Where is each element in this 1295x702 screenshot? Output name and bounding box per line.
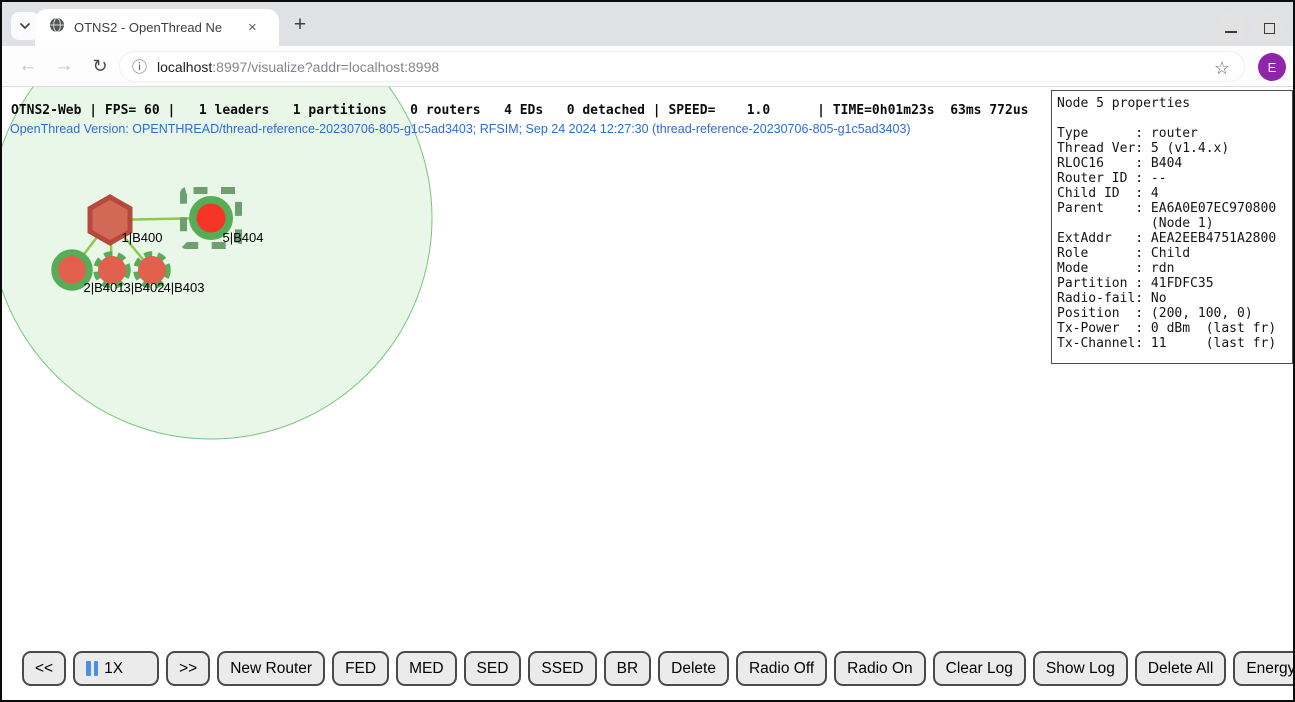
delete-button[interactable]: Delete <box>658 651 729 686</box>
panel-row-position: Position : (200, 100, 0) <box>1057 306 1292 321</box>
window-maximize-button[interactable] <box>1254 13 1284 43</box>
new-tab-button[interactable]: + <box>286 11 314 39</box>
delete-all-button[interactable]: Delete All <box>1135 651 1226 686</box>
url-path: :8997/visualize?addr=localhost:8998 <box>212 59 439 75</box>
new-router-button[interactable]: New Router <box>217 651 325 686</box>
panel-row-tx-power: Tx-Power : 0 dBm (last fr) <box>1057 321 1292 336</box>
browser-tab[interactable]: OTNS2 - OpenThread Ne × <box>35 9 279 46</box>
ssed-button[interactable]: SSED <box>528 651 596 686</box>
energy-stats-button[interactable]: Energy-stats ↗ <box>1233 651 1295 686</box>
status-bar: OTNS2-Web | FPS= 60 | 1 leaders 1 partit… <box>11 103 1028 118</box>
window-minimize-button[interactable] <box>1216 13 1246 43</box>
node-3-label: 3|B402 <box>124 280 165 295</box>
bookmark-star-icon[interactable]: ☆ <box>1214 58 1230 79</box>
chevron-down-icon <box>19 17 31 35</box>
node-2-label: 2|B401 <box>84 280 125 295</box>
site-info-icon[interactable]: ⓘ <box>132 56 147 77</box>
profile-avatar[interactable]: E <box>1258 53 1286 81</box>
panel-row-mode: Mode : rdn <box>1057 261 1292 276</box>
pause-speed-button[interactable]: 1X <box>73 651 159 686</box>
simulator-canvas: OTNS2-Web | FPS= 60 | 1 leaders 1 partit… <box>2 87 1293 700</box>
br-button[interactable]: BR <box>604 651 652 686</box>
address-bar[interactable]: ⓘ localhost:8997/visualize?addr=localhos… <box>119 51 1245 82</box>
panel-row-parent: Parent : EA6A0E07EC970800 <box>1057 201 1292 216</box>
tab-title: OTNS2 - OpenThread Ne <box>74 20 222 35</box>
panel-row-radio-fail: Radio-fail: No <box>1057 291 1292 306</box>
panel-row-type: Type : router <box>1057 126 1292 141</box>
node-4-label: 4|B403 <box>164 280 205 295</box>
fed-button[interactable]: FED <box>332 651 389 686</box>
panel-row-rloc16: RLOC16 : B404 <box>1057 156 1292 171</box>
pause-icon <box>86 661 98 676</box>
globe-favicon-icon <box>49 17 65 38</box>
clear-log-button[interactable]: Clear Log <box>933 651 1026 686</box>
sed-button[interactable]: SED <box>464 651 522 686</box>
panel-blank-line <box>1057 111 1292 126</box>
speed-down-button[interactable]: << <box>22 651 66 686</box>
panel-row-parent-node: (Node 1) <box>1057 216 1292 231</box>
tab-close-icon[interactable]: × <box>248 20 257 35</box>
show-log-button[interactable]: Show Log <box>1033 651 1128 686</box>
node-properties-panel: Node 5 properties Type : router Thread V… <box>1051 90 1293 364</box>
speed-up-button[interactable]: >> <box>166 651 210 686</box>
radio-on-button[interactable]: Radio On <box>834 651 925 686</box>
action-toolbar: << 1X >> New Router FED MED SED SSED BR … <box>22 651 1295 686</box>
openthread-version-line: OpenThread Version: OPENTHREAD/thread-re… <box>10 122 911 136</box>
reload-button[interactable]: ↻ <box>87 53 113 79</box>
panel-row-extaddr: ExtAddr : AEA2EEB4751A2800 <box>1057 231 1292 246</box>
browser-toolbar: ← → ↻ ⓘ localhost:8997/visualize?addr=lo… <box>2 46 1293 87</box>
node-1-label: 1|B400 <box>122 230 163 245</box>
node-5-label: 5|B404 <box>223 230 264 245</box>
maximize-icon <box>1264 23 1275 34</box>
panel-row-thread-ver: Thread Ver: 5 (v1.4.x) <box>1057 141 1292 156</box>
panel-title: Node 5 properties <box>1057 96 1292 111</box>
back-button[interactable]: ← <box>15 53 41 79</box>
url-host: localhost <box>157 59 212 75</box>
panel-row-role: Role : Child <box>1057 246 1292 261</box>
network-visualization[interactable] <box>2 87 1054 700</box>
panel-row-router-id: Router ID : -- <box>1057 171 1292 186</box>
panel-row-tx-channel: Tx-Channel: 11 (last fr) <box>1057 336 1292 351</box>
tab-bar: OTNS2 - OpenThread Ne × + <box>2 2 1293 46</box>
speed-label: 1X <box>104 660 123 678</box>
panel-row-partition: Partition : 41FDFC35 <box>1057 276 1292 291</box>
med-button[interactable]: MED <box>396 651 456 686</box>
forward-button[interactable]: → <box>51 53 77 79</box>
radio-off-button[interactable]: Radio Off <box>736 651 827 686</box>
browser-window: OTNS2 - OpenThread Ne × + ← → ↻ ⓘ localh… <box>0 0 1295 702</box>
minimize-icon <box>1225 31 1237 33</box>
panel-row-child-id: Child ID : 4 <box>1057 186 1292 201</box>
